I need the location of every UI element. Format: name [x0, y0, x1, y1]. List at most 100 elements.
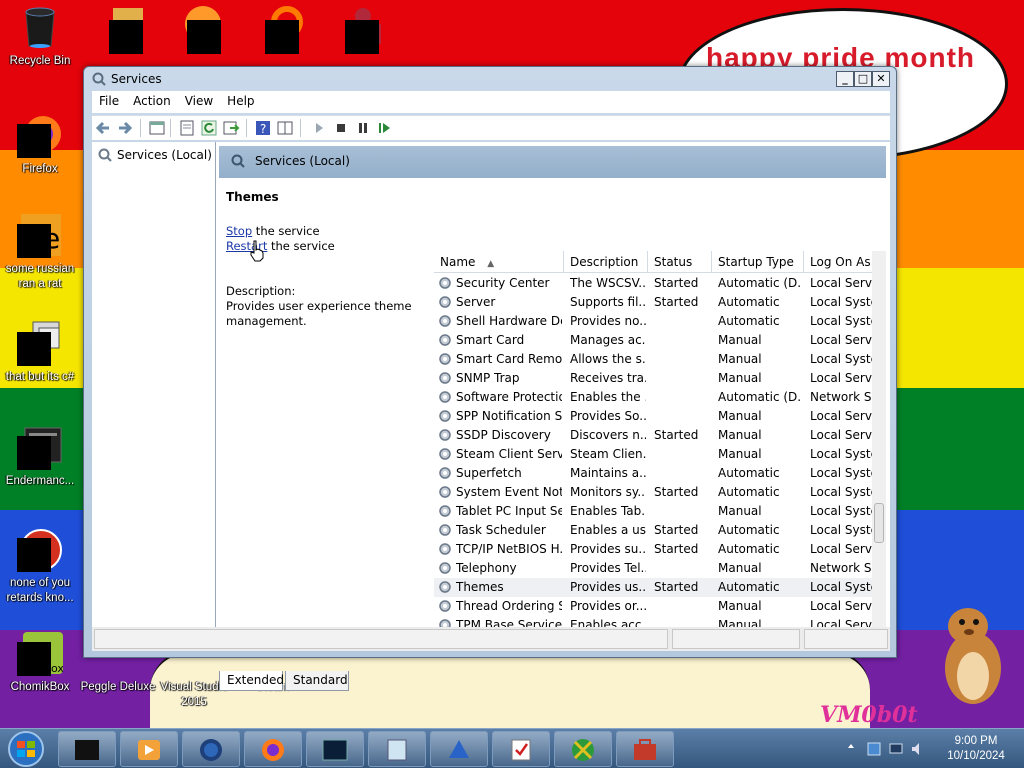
stop-service-icon[interactable] [332, 119, 350, 137]
table-row[interactable]: Shell Hardware De... Provides no... Automa… [434, 312, 872, 331]
desktop-icon-top-2[interactable] [160, 4, 240, 54]
table-row[interactable]: System Event Noti... Monitors sy... Starte… [434, 483, 872, 502]
table-row[interactable]: Server Supports fil... Started Automatic Loc… [434, 293, 872, 312]
cell-description: Manages ac... [570, 333, 646, 347]
stop-service-link[interactable]: Stop [226, 224, 252, 238]
service-gear-icon [439, 543, 451, 555]
clock[interactable]: 9:00 PM 10/10/2024 [934, 734, 1018, 764]
desktop-icon-firefox[interactable]: Firefox [0, 112, 80, 177]
table-row[interactable]: SNMP Trap Receives tra... Manual Local Serv… [434, 369, 872, 388]
desktop-icon-recycle-bin[interactable]: Recycle Bin [0, 4, 80, 69]
desktop-icon-top-4[interactable] [320, 4, 400, 54]
cell-name: Shell Hardware De... [456, 314, 562, 328]
cell-status [654, 332, 710, 350]
table-row[interactable]: Themes Provides us... Started Automatic Loca… [434, 578, 872, 597]
minimize-button[interactable]: _ [836, 71, 854, 87]
taskbar-button-shark[interactable] [430, 731, 488, 767]
cell-logon-as: Local Servic [810, 428, 872, 442]
desktop-icon-top-3[interactable] [240, 4, 320, 54]
cell-status [654, 465, 710, 483]
taskbar-button-globe[interactable] [182, 731, 240, 767]
table-row[interactable]: Superfetch Maintains a... Automatic Local S… [434, 464, 872, 483]
properties-icon[interactable] [178, 119, 196, 137]
chomikbox-icon: ox [17, 630, 64, 676]
cell-startup-type: Manual [718, 599, 762, 613]
cell-logon-as: Local Servic [810, 542, 872, 556]
column-header-name[interactable]: Name ▲ [434, 251, 564, 273]
console-tree-icon[interactable] [148, 119, 166, 137]
table-row[interactable]: Smart Card Manages ac... Manual Local Servi… [434, 331, 872, 350]
menu-help[interactable]: Help [220, 91, 261, 111]
cell-startup-type: Manual [718, 409, 762, 423]
action-center-icon[interactable] [866, 741, 882, 757]
table-row[interactable]: Steam Client Servi... Steam Clien... Manua… [434, 445, 872, 464]
taskbar-button-services[interactable] [616, 731, 674, 767]
desktop-icon-top-1[interactable] [82, 4, 162, 54]
cell-startup-type: Manual [718, 428, 762, 442]
taskbar-button-xbox-globe[interactable] [554, 731, 612, 767]
volume-icon[interactable] [910, 741, 926, 757]
desktop-icon-peggle[interactable]: Peggle Deluxe [78, 658, 158, 695]
close-button[interactable]: ✕ [872, 71, 890, 87]
show-hide-icon[interactable] [276, 119, 294, 137]
window-titlebar[interactable]: Services _ □ ✕ [84, 67, 896, 91]
desktop-icon-none-of-you[interactable]: none of you retards kno... [0, 526, 80, 606]
column-header-description[interactable]: Description [564, 251, 648, 273]
refresh-icon[interactable] [200, 119, 218, 137]
cell-logon-as: Local Syste... [810, 580, 872, 594]
tab-extended[interactable]: Extended [219, 671, 284, 691]
table-row[interactable]: Security Center The WSCSV... Started Automa… [434, 274, 872, 293]
table-row[interactable]: SPP Notification S... Provides So... Manua… [434, 407, 872, 426]
column-header-status[interactable]: Status [648, 251, 712, 273]
status-pane [672, 629, 800, 649]
desktop-icon-rat[interactable]: e some russian ran a rat [0, 212, 80, 292]
cell-description: Maintains a... [570, 466, 646, 480]
maximize-button[interactable]: □ [854, 71, 872, 87]
table-row[interactable]: Telephony Provides Tel... Manual Network S.… [434, 559, 872, 578]
table-row[interactable]: SSDP Discovery Discovers n... Started Manua… [434, 426, 872, 445]
show-hidden-icons-icon[interactable] [846, 741, 856, 751]
back-icon[interactable] [94, 119, 112, 137]
help-icon[interactable]: ? [254, 119, 272, 137]
start-service-icon[interactable] [310, 119, 328, 137]
export-list-icon[interactable] [222, 119, 240, 137]
table-row[interactable]: TCP/IP NetBIOS H... Provides su... Started… [434, 540, 872, 559]
desktop-icon-chomikbox[interactable]: ox ChomikBox [0, 630, 80, 695]
taskbar-button-tablet[interactable] [368, 731, 426, 767]
forward-icon[interactable] [116, 119, 134, 137]
column-label: Name [440, 255, 476, 269]
taskbar-button-app1[interactable] [58, 731, 116, 767]
cell-description: The WSCSV... [570, 276, 646, 290]
desktop-icon-csharp[interactable]: that but its c# [0, 320, 80, 385]
vertical-scroll-thumb[interactable] [874, 503, 884, 543]
table-row[interactable]: Tablet PC Input Se... Enables Tab... Manua… [434, 502, 872, 521]
desktop-icon-enderman[interactable]: Endermanc... [0, 424, 80, 489]
vertical-scrollbar[interactable] [872, 251, 886, 628]
column-header-logon-as[interactable]: Log On As [804, 251, 872, 273]
menu-file[interactable]: File [92, 91, 126, 111]
taskbar-button-terminal[interactable] [306, 731, 364, 767]
cell-name: Steam Client Servi... [456, 447, 562, 461]
desktop-icon-label: ChomikBox [10, 681, 70, 693]
cell-logon-as: Network S... [810, 390, 872, 404]
tab-standard[interactable]: Standard [285, 671, 349, 691]
table-row[interactable]: Software Protection Enables the ... Automa… [434, 388, 872, 407]
restart-service-icon[interactable] [376, 119, 394, 137]
menu-action[interactable]: Action [126, 91, 178, 111]
cell-name: Tablet PC Input Se... [456, 504, 562, 518]
start-button[interactable] [2, 730, 54, 768]
pause-service-icon[interactable] [354, 119, 372, 137]
taskbar-button-media-player[interactable] [120, 731, 178, 767]
table-row[interactable]: Thread Ordering S... Provides or... Manual… [434, 597, 872, 616]
status-pane [94, 629, 668, 649]
table-row[interactable]: Task Scheduler Enables a us... Started Auto… [434, 521, 872, 540]
taskbar-button-firefox[interactable] [244, 731, 302, 767]
taskbar-button-checklist[interactable] [492, 731, 550, 767]
column-header-startup-type[interactable]: Startup Type [712, 251, 804, 273]
tree-item-services-local[interactable]: Services (Local) [98, 148, 212, 162]
cell-status: Started [654, 428, 699, 442]
network-icon[interactable] [888, 741, 904, 757]
wallpaper-signature: VM0b0t [820, 702, 918, 728]
table-row[interactable]: Smart Card Remo... Allows the s... Manual L… [434, 350, 872, 369]
menu-view[interactable]: View [178, 91, 220, 111]
